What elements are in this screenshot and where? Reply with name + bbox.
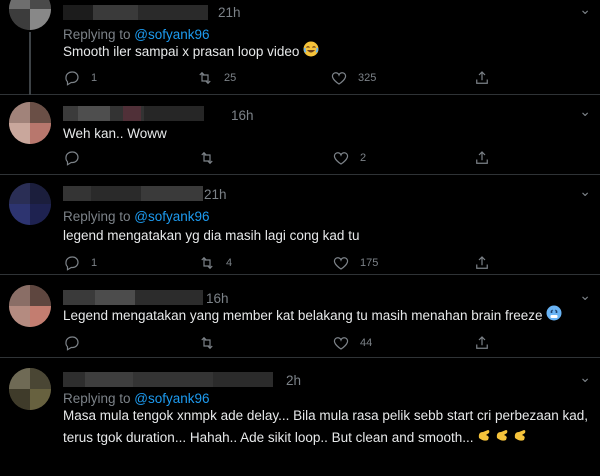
- like-icon: [333, 257, 349, 270]
- avatar[interactable]: [9, 102, 51, 144]
- tweet-text-line: Masa mula tengok xnmpk ade delay... Bila…: [63, 408, 589, 423]
- reply-icon: [65, 336, 79, 351]
- share-button[interactable]: [473, 253, 491, 273]
- avatar[interactable]: [9, 183, 51, 225]
- like-icon: [333, 337, 349, 350]
- share-button[interactable]: [473, 148, 491, 168]
- tweet-timestamp[interactable]: 16h: [206, 291, 229, 306]
- share-icon: [476, 151, 488, 164]
- tweet-timestamp[interactable]: 21h: [218, 5, 241, 20]
- reply-count: 1: [91, 257, 98, 269]
- avatar[interactable]: [9, 368, 51, 410]
- more-icon[interactable]: ⌄: [579, 1, 591, 18]
- tweet-text-line: Smooth iler sampai x prasan loop video: [63, 44, 300, 60]
- joy-emoji: [303, 41, 319, 64]
- tweet-text: Weh kan.. Woww: [63, 123, 167, 145]
- avatar[interactable]: [9, 285, 51, 327]
- like-count: 175: [360, 257, 379, 269]
- tweet-text-line: terus tgok duration... Hahah.. Ade sikit…: [63, 430, 474, 446]
- pinching-hand-emoji: [477, 427, 531, 450]
- reply-button[interactable]: [63, 333, 91, 353]
- replying-label: Replying to: [63, 27, 135, 42]
- retweet-button[interactable]: [198, 148, 226, 168]
- tweet-text-line: Legend mengatakan yang member kat belaka…: [63, 308, 543, 324]
- retweet-icon: [199, 71, 211, 85]
- like-count: 2: [360, 152, 367, 164]
- retweet-icon: [201, 256, 213, 270]
- reply-handle-link[interactable]: @sofyank96: [134, 391, 209, 406]
- like-button[interactable]: 44: [332, 333, 372, 353]
- share-button[interactable]: [473, 68, 491, 88]
- tweet-actions: 1 4 175: [63, 253, 583, 273]
- retweet-icon: [201, 151, 213, 165]
- retweet-icon: [201, 336, 213, 350]
- tweet-text: Legend mengatakan yang member kat belaka…: [63, 305, 562, 328]
- more-icon[interactable]: ⌄: [579, 369, 591, 386]
- cold-face-emoji: [546, 305, 562, 328]
- tweet-5[interactable]: 2h ⌄ Replying to @sofyank96 Masa mula te…: [0, 358, 600, 476]
- replying-to: Replying to @sofyank96: [63, 391, 210, 406]
- more-icon[interactable]: ⌄: [579, 183, 591, 200]
- tweet-actions: 1 25 325: [63, 68, 583, 88]
- tweet-2[interactable]: 16h ⌄ Weh kan.. Woww 2: [0, 95, 600, 175]
- tweet-actions: 2: [63, 148, 583, 168]
- retweet-count: 4: [226, 257, 233, 269]
- replying-to: Replying to @sofyank96: [63, 27, 210, 42]
- tweet-text-line-2: terus tgok duration... Hahah.. Ade sikit…: [63, 427, 588, 450]
- reply-icon: [65, 71, 79, 86]
- reply-handle-link[interactable]: @sofyank96: [134, 209, 209, 224]
- tweet-3[interactable]: 21h ⌄ Replying to @sofyank96 legend meng…: [0, 175, 600, 275]
- tweet-timestamp[interactable]: 2h: [286, 373, 301, 388]
- tweet-text: Masa mula tengok xnmpk ade delay... Bila…: [63, 405, 588, 450]
- tweet-4[interactable]: 16h ⌄ Legend mengatakan yang member kat …: [0, 275, 600, 358]
- tweet-text-line: legend mengatakan yg dia masih lagi cong…: [63, 228, 360, 243]
- tweet-1[interactable]: 21h ⌄ Replying to @sofyank96 Smooth iler…: [0, 0, 600, 95]
- reply-count: 1: [91, 72, 98, 84]
- share-icon: [476, 336, 488, 349]
- retweet-button[interactable]: 25: [196, 68, 236, 88]
- share-icon: [476, 256, 488, 269]
- avatar[interactable]: [9, 0, 51, 30]
- replying-to: Replying to @sofyank96: [63, 209, 210, 224]
- reply-icon: [65, 151, 79, 166]
- like-count: 44: [360, 337, 373, 349]
- replying-label: Replying to: [63, 209, 135, 224]
- reply-button[interactable]: 1: [63, 68, 97, 88]
- tweet-timestamp[interactable]: 21h: [204, 187, 227, 202]
- like-button[interactable]: 2: [332, 148, 366, 168]
- retweet-button[interactable]: [198, 333, 226, 353]
- share-icon: [476, 71, 488, 84]
- like-icon: [333, 152, 349, 165]
- reply-button[interactable]: 1: [63, 253, 97, 273]
- tweet-text: legend mengatakan yg dia masih lagi cong…: [63, 225, 359, 247]
- retweet-count: 25: [224, 72, 237, 84]
- more-icon[interactable]: ⌄: [579, 287, 591, 304]
- like-button[interactable]: 325: [330, 68, 376, 88]
- like-button[interactable]: 175: [332, 253, 378, 273]
- tweet-actions: 44: [63, 333, 583, 353]
- more-icon[interactable]: ⌄: [579, 103, 591, 120]
- tweet-timestamp[interactable]: 16h: [231, 108, 254, 123]
- share-button[interactable]: [473, 333, 491, 353]
- tweet-text-line: Weh kan.. Woww: [63, 126, 167, 141]
- replying-label: Replying to: [63, 391, 135, 406]
- reply-handle-link[interactable]: @sofyank96: [134, 27, 209, 42]
- tweet-text: Smooth iler sampai x prasan loop video: [63, 41, 319, 64]
- thread-line: [29, 32, 31, 95]
- like-count: 325: [358, 72, 377, 84]
- reply-button[interactable]: [63, 148, 91, 168]
- retweet-button[interactable]: 4: [198, 253, 232, 273]
- like-icon: [331, 72, 347, 85]
- reply-icon: [65, 256, 79, 271]
